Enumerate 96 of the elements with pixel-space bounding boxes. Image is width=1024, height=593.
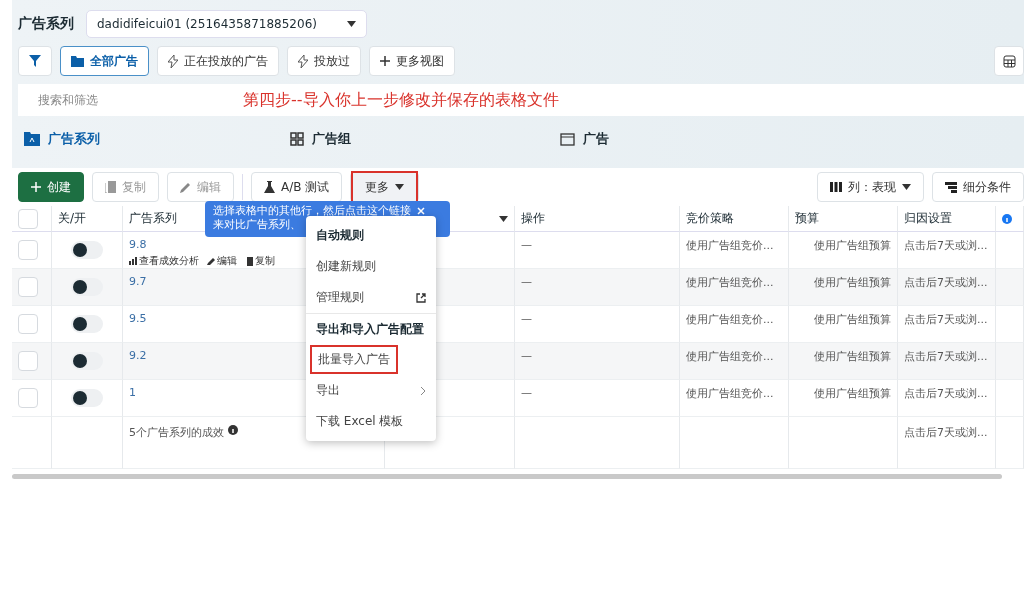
pencil-icon: [207, 257, 215, 265]
toggle-switch[interactable]: [71, 278, 103, 296]
table-cell: 使用广告组竞价...: [686, 312, 774, 327]
view-tab[interactable]: 更多视图: [369, 46, 455, 76]
table-cell: 使用广告组预算: [814, 238, 891, 253]
select-all-checkbox[interactable]: [18, 208, 38, 229]
menu-item[interactable]: 创建新规则: [306, 251, 436, 282]
table-cell: —: [521, 312, 532, 325]
highlight-frame: 批量导入广告: [310, 345, 398, 374]
window-icon: [560, 132, 575, 146]
caret-icon: [499, 215, 508, 222]
table-icon: [1002, 54, 1016, 68]
info-icon: [1002, 213, 1012, 224]
table-cell: 点击后7天或浏...: [904, 238, 988, 253]
chart-icon: [129, 257, 137, 265]
toggle-switch[interactable]: [71, 389, 103, 407]
pencil-icon: [180, 181, 191, 193]
folder-icon: [24, 132, 40, 146]
plus-icon: [31, 182, 41, 192]
search-field[interactable]: 搜索和筛选: [18, 85, 218, 115]
campaign-link[interactable]: 9.2: [129, 349, 147, 362]
menu-heading: 导出和导入广告配置: [306, 313, 436, 344]
menu-heading: 自动规则: [315, 227, 365, 244]
table-cell: 点击后7天或浏...: [904, 275, 988, 290]
view-tab[interactable]: 正在投放的广告: [157, 46, 279, 76]
campaign-link[interactable]: 1: [129, 386, 136, 399]
flask-icon: [264, 181, 275, 193]
level-tab[interactable]: 广告: [554, 130, 754, 148]
caret-icon: [395, 184, 405, 190]
chevron-right-icon: [420, 385, 426, 396]
table-cell: —: [521, 275, 532, 288]
table-cell: 使用广告组竞价...: [686, 238, 774, 253]
row-checkbox[interactable]: [18, 351, 38, 371]
folder-icon: [71, 55, 84, 67]
table-cell: —: [521, 238, 532, 251]
row-checkbox[interactable]: [18, 388, 38, 408]
page-title: 广告系列: [18, 15, 74, 33]
row-checkbox[interactable]: [18, 277, 38, 297]
account-dropdown[interactable]: dadidifeicui01 (2516435871885206): [86, 10, 367, 38]
create-button[interactable]: 创建: [18, 172, 84, 202]
close-icon[interactable]: [417, 207, 425, 215]
row-checkbox[interactable]: [18, 240, 38, 260]
row-action-link[interactable]: 查看成效分析: [129, 254, 199, 268]
copy-icon: [245, 256, 253, 266]
toggle-switch[interactable]: [71, 241, 103, 259]
row-action-link[interactable]: 编辑: [207, 254, 237, 268]
table-cell: 点击后7天或浏...: [904, 386, 988, 401]
breakdown-icon: [945, 181, 957, 193]
annotation-text: 第四步--导入你上一步修改并保存的表格文件: [243, 89, 559, 111]
table-cell: 使用广告组竞价...: [686, 275, 774, 290]
grid-icon: [290, 132, 304, 146]
caret-icon: [346, 21, 356, 27]
lightning-icon: [168, 54, 178, 68]
toggle-switch[interactable]: [71, 315, 103, 333]
summary-cell: 点击后7天或浏...: [904, 425, 988, 440]
plus-icon: [380, 56, 390, 66]
table-cell: 使用广告组预算: [814, 275, 891, 290]
table-cell: 点击后7天或浏...: [904, 349, 988, 364]
filter-icon: [29, 55, 41, 67]
view-tab[interactable]: 全部广告: [60, 46, 149, 76]
table-view-button[interactable]: [994, 46, 1024, 76]
campaign-link[interactable]: 9.5: [129, 312, 147, 325]
table-cell: 使用广告组竞价...: [686, 349, 774, 364]
toggle-switch[interactable]: [71, 352, 103, 370]
level-tab[interactable]: 广告系列: [18, 130, 276, 148]
columns-button[interactable]: 列：表现: [817, 172, 924, 202]
caret-icon: [902, 184, 911, 190]
lightning-icon: [298, 54, 308, 68]
filter-button[interactable]: [18, 46, 52, 76]
ab-test-button[interactable]: A/B 测试: [251, 172, 343, 202]
tooltip-text: 选择表格中的其他行，然后点击这个链接: [213, 204, 411, 218]
row-action-link[interactable]: 复制: [245, 254, 275, 268]
menu-item[interactable]: 导出: [306, 375, 436, 406]
table-cell: 使用广告组竞价...: [686, 386, 774, 401]
copy-icon: [105, 181, 116, 193]
menu-item[interactable]: 管理规则: [306, 282, 436, 313]
campaign-link[interactable]: 9.7: [129, 275, 147, 288]
level-tab[interactable]: 广告组: [284, 130, 546, 148]
external-link-icon: [416, 292, 426, 303]
menu-item[interactable]: 批量导入广告: [306, 344, 436, 375]
view-tab[interactable]: 投放过: [287, 46, 361, 76]
table-cell: —: [521, 386, 532, 399]
info-icon: [228, 425, 238, 435]
columns-icon: [830, 182, 842, 192]
more-button[interactable]: 更多: [350, 172, 420, 202]
table-cell: 使用广告组预算: [814, 349, 891, 364]
table-cell: 使用广告组预算: [814, 386, 891, 401]
table-cell: 点击后7天或浏...: [904, 312, 988, 327]
table-cell: —: [521, 349, 532, 362]
campaign-link[interactable]: 9.8: [129, 238, 147, 251]
breakdown-button[interactable]: 细分条件: [932, 172, 1024, 202]
summary-label: 5个广告系列的成效: [129, 425, 224, 440]
table-cell: 使用广告组预算: [814, 312, 891, 327]
row-checkbox[interactable]: [18, 314, 38, 334]
tooltip-text: 来对比广告系列、: [213, 218, 301, 232]
menu-item[interactable]: 下载 Excel 模板: [306, 406, 436, 437]
